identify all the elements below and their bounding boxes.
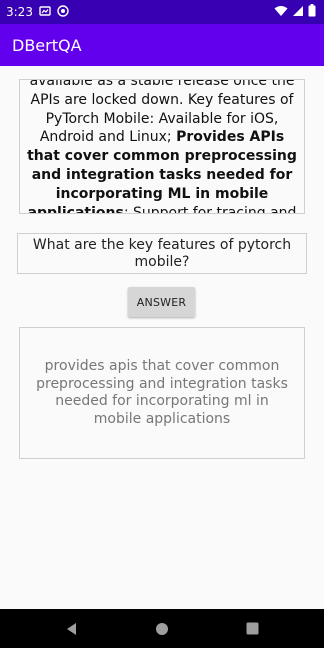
battery-icon xyxy=(308,4,316,20)
navigation-bar xyxy=(0,609,324,648)
home-icon[interactable] xyxy=(152,619,172,639)
answer-button[interactable]: ANSWER xyxy=(128,287,195,317)
recents-icon[interactable] xyxy=(242,619,262,639)
status-bar: 3:23 xyxy=(0,0,324,24)
back-icon[interactable] xyxy=(62,619,82,639)
question-input[interactable]: What are the key features of pytorch mob… xyxy=(17,233,307,274)
context-text-area[interactable]: available as a stable release once the A… xyxy=(19,79,305,214)
sync-notification-icon xyxy=(57,4,69,20)
app-title: DBertQA xyxy=(12,35,82,55)
status-time: 3:23 xyxy=(6,5,33,19)
context-text: available as a stable release once the A… xyxy=(20,80,304,213)
answer-output: provides apis that cover common preproce… xyxy=(19,327,305,459)
wifi-icon xyxy=(274,5,288,20)
answer-text: provides apis that cover common preproce… xyxy=(36,358,288,427)
signal-icon xyxy=(292,5,304,20)
question-text: What are the key features of pytorch mob… xyxy=(32,236,292,270)
app-bar: DBertQA xyxy=(0,24,324,66)
gallery-notification-icon xyxy=(39,5,51,20)
